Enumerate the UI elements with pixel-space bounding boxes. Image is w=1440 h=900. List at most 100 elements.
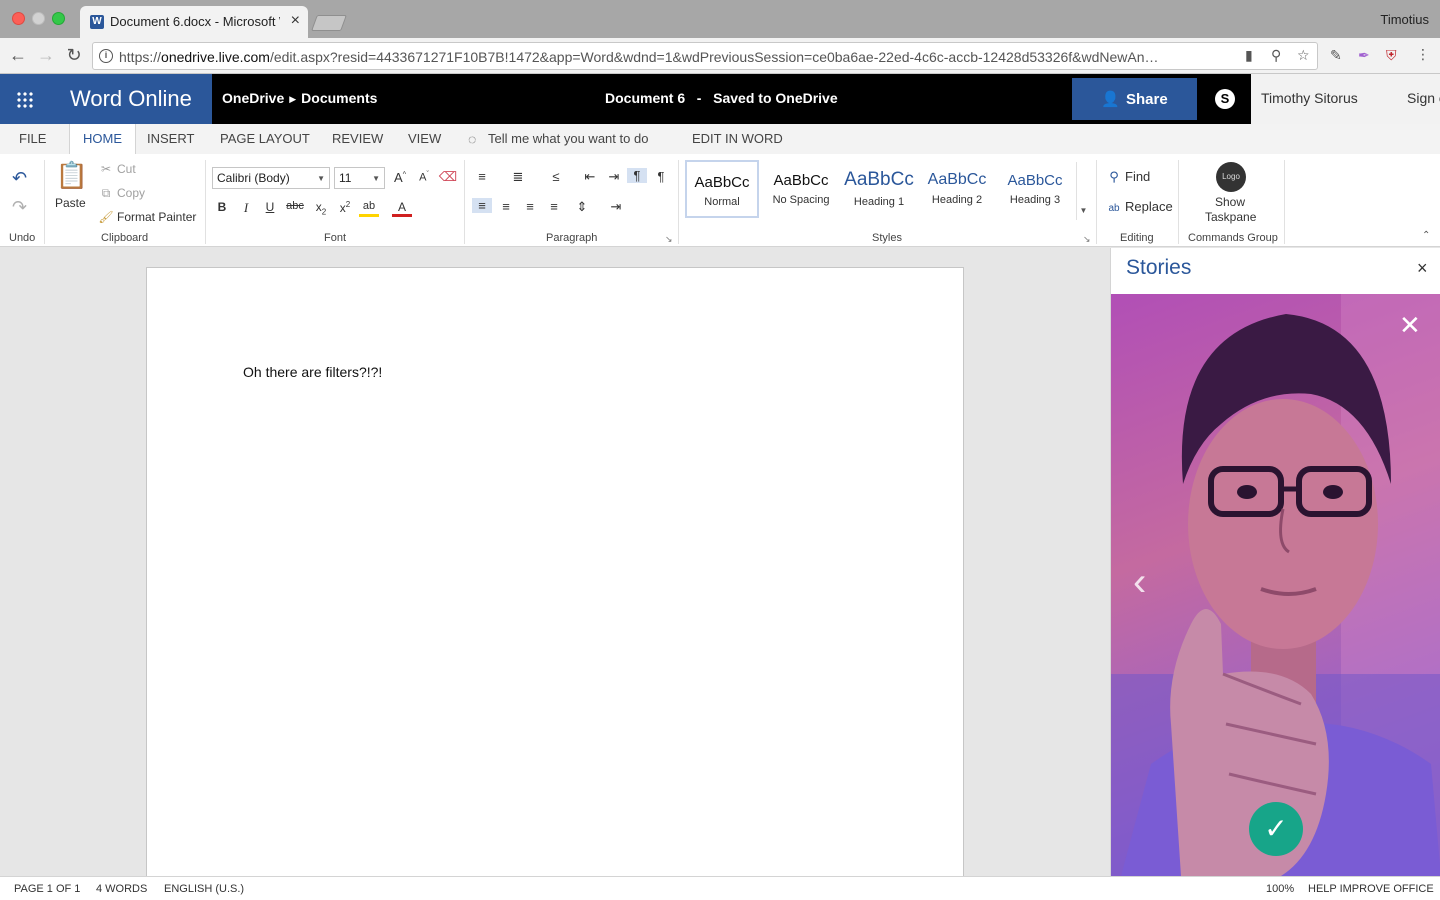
browser-menu-icon[interactable]: ⋮ [1416,46,1430,63]
bold-icon[interactable]: B [212,200,232,214]
line-spacing-icon[interactable]: ⇕ [572,199,592,215]
redo-icon[interactable]: ↷ [12,197,27,218]
style-no-spacing[interactable]: AaBbCc No Spacing [764,160,838,218]
ltr-direction-icon[interactable]: ¶ [627,168,647,183]
style-label: Heading 3 [1009,194,1061,206]
close-story-icon[interactable]: ✕ [1399,310,1421,341]
add-in-logo-icon[interactable]: Logo [1216,162,1246,192]
tab-close-icon[interactable]: × [291,12,300,30]
style-normal[interactable]: AaBbCc Normal [685,160,759,218]
style-heading-2[interactable]: AaBbCc Heading 2 [920,160,994,218]
clear-formatting-icon[interactable]: ⌫ [438,169,458,185]
zoom-level[interactable]: 100% [1266,883,1294,895]
paragraph-dialog-launcher-icon[interactable]: ↘ [665,234,673,245]
camera-icon[interactable]: ▮ [1245,47,1253,64]
skype-button[interactable]: S [1203,78,1247,120]
share-button[interactable]: 👤 Share [1072,78,1197,120]
align-right-icon[interactable]: ≡ [520,199,540,214]
site-info-icon[interactable]: i [99,49,113,63]
replace-label: Replace [1125,199,1173,214]
highlight-color-icon[interactable]: ab [359,200,379,217]
increase-indent-icon[interactable]: ⇥ [604,169,624,185]
style-heading-1[interactable]: AaBbCc Heading 1 [842,160,916,218]
language[interactable]: ENGLISH (U.S.) [164,883,244,895]
cut-button[interactable]: ✂ Cut [98,162,136,176]
align-center-icon[interactable]: ≡ [496,199,516,214]
selfie-illustration [1111,294,1440,876]
bullets-icon[interactable]: ≡ [472,169,492,184]
rtl-direction-icon[interactable]: ¶ [651,169,671,184]
url-text[interactable]: https://onedrive.live.com/edit.aspx?resi… [119,49,1239,65]
maximize-window-button[interactable] [52,12,65,25]
format-painter-button[interactable]: 🖌 Format Painter [98,210,196,224]
paste-icon[interactable]: 📋 [55,160,89,194]
help-improve-office-link[interactable]: HELP IMPROVE OFFICE [1308,883,1434,895]
forward-arrow-icon[interactable]: → [36,45,56,66]
pin-icon[interactable]: ⚲ [1271,47,1281,64]
paragraph-spacing-icon[interactable]: ⇥ [606,199,626,215]
replace-icon: ab [1108,203,1120,214]
breadcrumb-onedrive[interactable]: OneDrive [222,90,284,106]
paste-button[interactable]: Paste [55,196,86,210]
strikethrough-icon[interactable]: abc [285,200,305,212]
shield-extension-icon[interactable]: ⛨ [1386,47,1397,64]
bookmark-star-icon[interactable]: ☆ [1297,47,1310,64]
tab-insert[interactable]: INSERT [147,131,194,146]
collapse-ribbon-icon[interactable]: ⌃ [1422,230,1430,241]
chevron-down-icon: ▼ [372,174,380,183]
style-preview: AaBbCc [694,174,750,191]
back-arrow-icon[interactable]: ← [8,45,28,66]
close-window-button[interactable] [12,12,25,25]
tab-file[interactable]: FILE [19,131,46,146]
tab-home[interactable]: HOME [69,124,136,155]
tab-view[interactable]: VIEW [408,131,441,146]
subscript-icon[interactable]: x2 [311,200,331,216]
show-button-label[interactable]: Show [1215,195,1245,209]
eyedropper-extension-icon[interactable]: ✎ [1330,47,1342,64]
tab-review[interactable]: REVIEW [332,131,383,146]
font-size-select[interactable]: 11 ▼ [334,167,385,189]
document-page[interactable]: Oh there are filters?!?! [146,267,964,887]
address-bar[interactable]: i https://onedrive.live.com/edit.aspx?re… [92,42,1318,70]
new-tab-button[interactable] [311,15,347,31]
font-color-icon[interactable]: A [392,200,412,217]
copy-button[interactable]: ⧉ Copy [98,186,145,201]
browser-tab-active[interactable]: W Document 6.docx - Microsoft Word Onlin… [80,6,308,38]
italic-icon[interactable]: I [236,200,256,216]
style-heading-3[interactable]: AaBbCc Heading 3 [998,160,1072,218]
document-body-text[interactable]: Oh there are filters?!?! [243,364,382,380]
minimize-window-button[interactable] [32,12,45,25]
decrease-indent-icon[interactable]: ⇤ [580,169,600,185]
reload-icon[interactable]: ↻ [64,45,84,66]
app-launcher-button[interactable] [0,74,50,124]
confirm-checkmark-button[interactable]: ✓ [1249,802,1303,856]
find-button[interactable]: ⚲ Find [1106,169,1150,185]
superscript-icon[interactable]: x2 [335,200,355,215]
font-name-select[interactable]: Calibri (Body) ▼ [212,167,330,189]
styles-dialog-launcher-icon[interactable]: ↘ [1083,234,1091,245]
close-pane-icon[interactable]: × [1417,258,1428,279]
numbering-icon[interactable]: ≣ [508,169,528,185]
align-left-icon[interactable]: ≡ [472,198,492,213]
breadcrumb: OneDrive ▶ Documents [222,90,377,106]
sign-out-link[interactable]: Sign out [1407,90,1440,106]
underline-icon[interactable]: U [260,200,280,214]
styles-more-icon[interactable]: ▼ [1076,162,1090,220]
edit-in-word-button[interactable]: EDIT IN WORD [692,131,783,146]
tab-page-layout[interactable]: PAGE LAYOUT [220,131,310,146]
browser-profile-name[interactable]: Timotius [1380,12,1429,27]
previous-story-chevron-icon[interactable]: ‹ [1133,560,1146,605]
shrink-font-icon[interactable]: Aˇ [414,171,434,184]
taskpane-button-label[interactable]: Taskpane [1205,210,1256,224]
replace-button[interactable]: ab Replace [1106,199,1173,214]
justify-icon[interactable]: ≡ [544,199,564,214]
app-name[interactable]: Word Online [50,74,212,124]
multilevel-list-icon[interactable]: ≤ [546,169,566,184]
document-title[interactable]: Document 6 - Saved to OneDrive [605,90,838,106]
tell-me-input[interactable]: Tell me what you want to do [488,131,648,146]
breadcrumb-documents[interactable]: Documents [301,90,377,106]
undo-icon[interactable]: ↶ [12,168,27,189]
user-name[interactable]: Timothy Sitorus [1261,90,1358,106]
grow-font-icon[interactable]: A^ [390,170,410,185]
feather-extension-icon[interactable]: ✒ [1358,47,1370,64]
